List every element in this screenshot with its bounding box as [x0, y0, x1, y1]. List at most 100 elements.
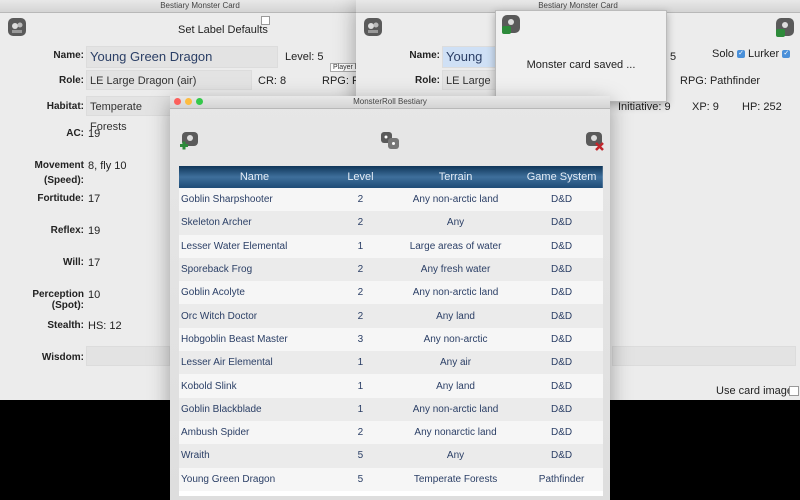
name-field[interactable]: Young Green Dragon: [86, 46, 278, 68]
window-title: Bestiary Monster Card: [0, 0, 400, 13]
ac-value[interactable]: 19: [88, 128, 100, 140]
cell-level: 2: [357, 194, 364, 206]
table-row[interactable]: Lesser Water Elemental 1 Large areas of wa…: [179, 234, 603, 258]
table-row[interactable]: Lesser Air Elemental 1 Any air D&D: [179, 351, 603, 375]
delete-monster-icon[interactable]: [584, 130, 606, 152]
table-row[interactable]: Goblin Blackblade 1 Any non-arctic land D&D: [179, 397, 603, 421]
cell-game-system: Pathfinder: [538, 473, 585, 485]
cell-game-system: D&D: [551, 264, 573, 276]
table-row[interactable]: Orc Witch Doctor 2 Any land D&D: [179, 304, 603, 328]
xp-label: XP: 9: [692, 101, 719, 113]
solo-checkbox[interactable]: ✓: [737, 50, 746, 59]
stealth-value[interactable]: HS: 12: [88, 320, 122, 332]
cell-level: 5: [357, 473, 364, 485]
toast-message: Monster card saved ...: [526, 59, 636, 71]
close-button[interactable]: [174, 98, 181, 105]
perception-label: Perception (Spot):: [32, 289, 84, 311]
cell-game-system: D&D: [551, 333, 573, 345]
column-header-game-system[interactable]: Game System: [520, 166, 603, 188]
use-card-image-label: Use card image:: [716, 385, 797, 397]
table-row[interactable]: Goblin Sharpshooter 2 Any non-arctic land D…: [179, 188, 603, 212]
solo-text: Solo: [712, 48, 735, 60]
reflex-label: Reflex:: [50, 225, 84, 236]
set-label-defaults-checkbox[interactable]: [261, 16, 270, 25]
table-row[interactable]: Young Green Dragon 5 Temperate Forests Path…: [179, 467, 603, 491]
cell-terrain: Any: [446, 450, 465, 462]
minimize-button[interactable]: [185, 98, 192, 105]
cell-game-system: D&D: [551, 427, 573, 439]
save-card-icon[interactable]: [774, 16, 796, 38]
role-field[interactable]: LE Large Dra: [442, 70, 498, 107]
wisdom-label: Wisdom:: [41, 352, 84, 363]
cell-name: Sporeback Frog: [181, 264, 253, 276]
cell-terrain: Temperate Forests: [413, 473, 498, 485]
movement-value[interactable]: 8, fly 10: [88, 160, 127, 172]
cell-level: 2: [357, 264, 364, 276]
set-label-defaults-label: Set Label Defaults: [178, 24, 268, 36]
monster-card-icon[interactable]: [6, 16, 28, 38]
will-value[interactable]: 17: [88, 257, 100, 269]
cell-terrain: Any non-arctic land: [412, 403, 499, 415]
column-header-terrain[interactable]: Terrain: [391, 166, 520, 188]
table-row[interactable]: Goblin Acolyte 2 Any non-arctic land D&D: [179, 281, 603, 305]
roll-dice-icon[interactable]: [379, 130, 401, 152]
cell-terrain: Any non-arctic: [423, 333, 488, 345]
cell-name: Skeleton Archer: [181, 217, 252, 229]
ac-label: AC:: [66, 128, 84, 139]
table-row[interactable]: Wraith 5 Any D&D: [179, 444, 603, 468]
solo-label[interactable]: Solo ✓: [712, 48, 746, 60]
name-field[interactable]: Young Gre: [442, 46, 498, 84]
add-monster-icon[interactable]: [178, 130, 200, 152]
cell-level: 2: [357, 217, 364, 229]
cell-game-system: D&D: [551, 403, 573, 415]
cell-terrain: Any nonarctic land: [414, 427, 497, 439]
table-row[interactable]: Hobgoblin Beast Master 3 Any non-arctic D&D: [179, 327, 603, 352]
cell-terrain: Any land: [436, 380, 475, 392]
monster-table: Name Level Terrain Game System Goblin Sh…: [179, 166, 603, 496]
cell-terrain: Any air: [439, 357, 472, 369]
habitat-label: Habitat:: [46, 101, 84, 112]
table-row[interactable]: Skeleton Archer 2 Any D&D: [179, 211, 603, 235]
lurker-text: Lurker: [748, 48, 780, 60]
cell-terrain: Any: [446, 217, 465, 229]
cell-level: 1: [357, 357, 364, 369]
use-card-image-checkbox[interactable]: [789, 386, 799, 396]
monster-card-icon[interactable]: [362, 16, 384, 38]
cell-level: 2: [357, 310, 364, 322]
cell-name: Young Green Dragon: [181, 473, 276, 485]
habitat-field[interactable]: Temperate Forests: [86, 96, 176, 133]
lurker-label[interactable]: Lurker ✓: [748, 48, 791, 60]
reflex-value[interactable]: 19: [88, 225, 100, 237]
level-value: 5: [670, 51, 677, 63]
wisdom-field[interactable]: [86, 346, 170, 366]
table-row[interactable]: Sporeback Frog 2 Any fresh water D&D: [179, 257, 603, 282]
cell-terrain: Large areas of water: [409, 240, 502, 252]
column-header-level[interactable]: Level: [330, 166, 391, 188]
perception-value[interactable]: 10: [88, 289, 100, 301]
cell-name: Lesser Air Elemental: [181, 357, 273, 369]
role-field[interactable]: LE Large Dragon (air): [86, 70, 252, 90]
fortitude-label: Fortitude:: [37, 193, 84, 204]
cell-game-system: D&D: [551, 194, 573, 206]
cell-game-system: D&D: [551, 287, 573, 299]
lurker-checkbox[interactable]: ✓: [782, 50, 791, 59]
table-row[interactable]: Ambush Spider 2 Any nonarctic land D&D: [179, 420, 603, 445]
cell-name: Wraith: [181, 450, 210, 462]
window-title: MonsterRoll Bestiary: [170, 96, 610, 109]
cell-name: Orc Witch Doctor: [181, 310, 258, 322]
table-body: Goblin Sharpshooter 2 Any non-arctic land D…: [179, 188, 603, 491]
cell-game-system: D&D: [551, 357, 573, 369]
name-label: Name:: [53, 50, 84, 61]
zoom-button[interactable]: [196, 98, 203, 105]
cell-level: 5: [357, 450, 364, 462]
app-icon: [500, 13, 522, 35]
cell-game-system: D&D: [551, 217, 573, 229]
cell-name: Goblin Acolyte: [181, 287, 245, 299]
notes-field[interactable]: [612, 346, 796, 366]
fortitude-value[interactable]: 17: [88, 193, 100, 205]
cell-game-system: D&D: [551, 450, 573, 462]
table-row[interactable]: Kobold Slink 1 Any land D&D: [179, 374, 603, 398]
cell-name: Ambush Spider: [181, 427, 250, 439]
cr-label: CR: 8: [258, 75, 287, 87]
column-header-name[interactable]: Name: [179, 166, 330, 188]
